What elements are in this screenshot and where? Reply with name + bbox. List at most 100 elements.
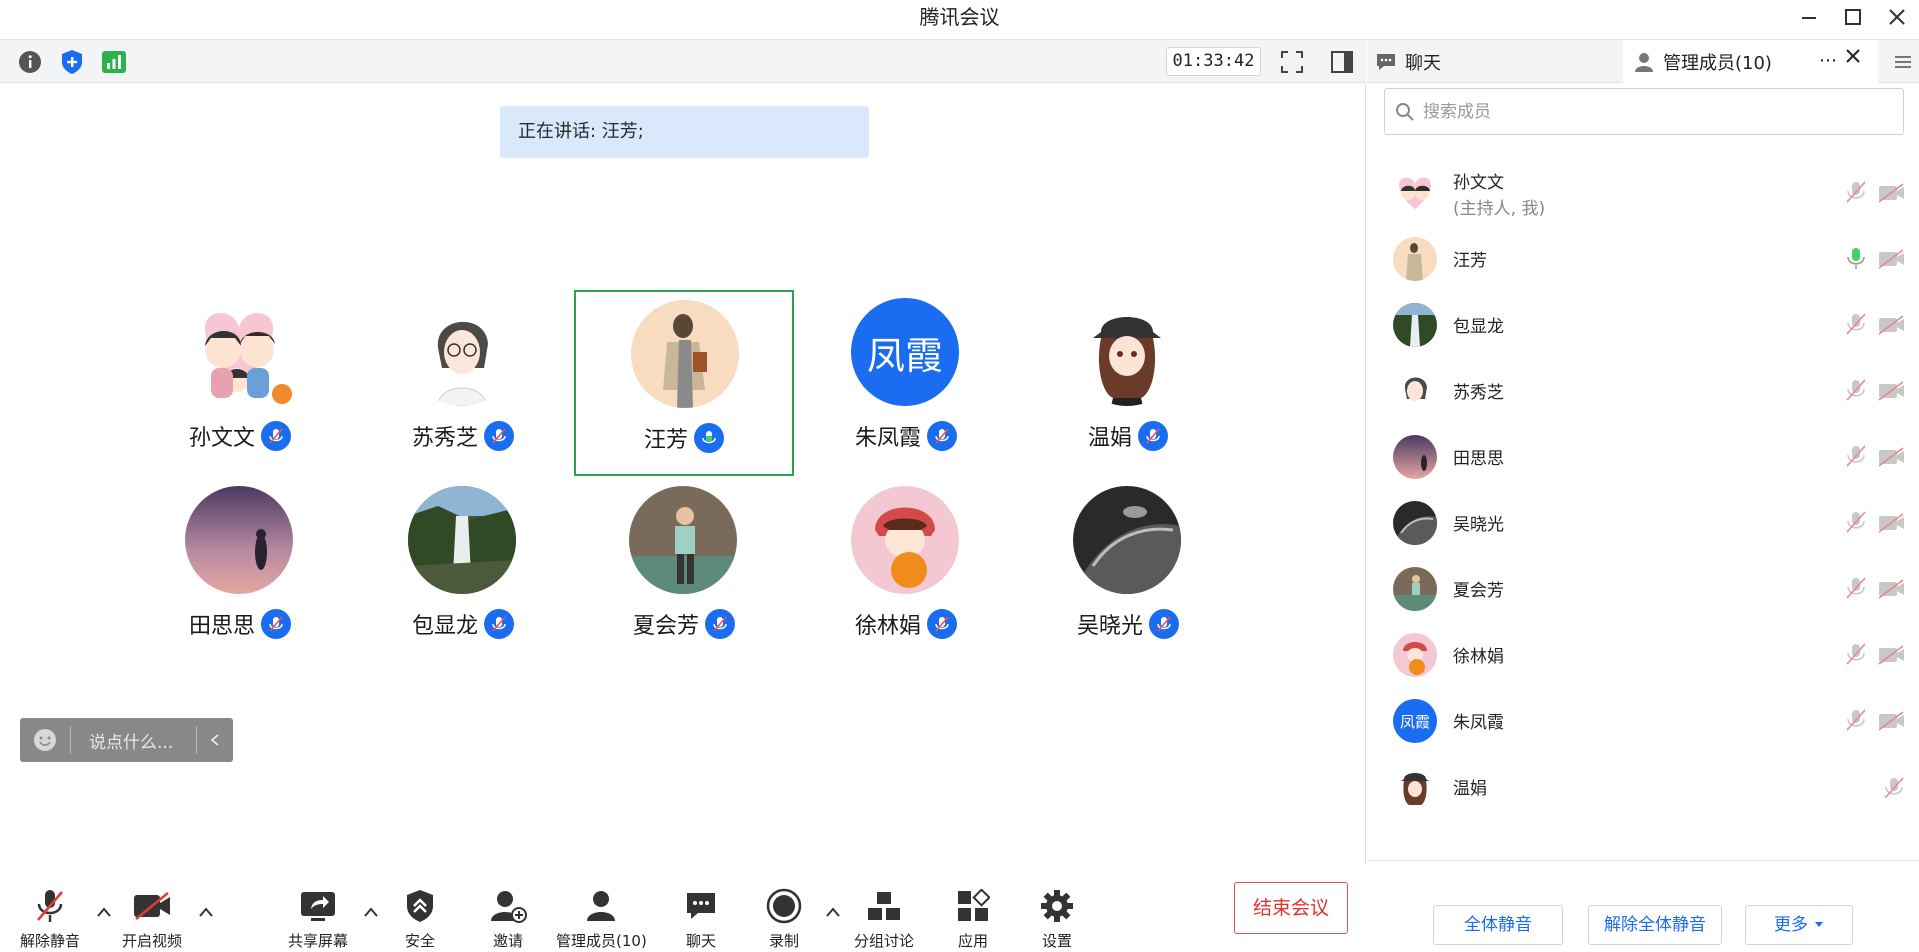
tab-chat[interactable]: 聊天 (1367, 40, 1622, 83)
security-status-button[interactable] (58, 48, 86, 76)
member-row[interactable]: 吴晓光 (1367, 490, 1919, 556)
member-row[interactable]: 温娟 (1367, 754, 1919, 820)
quick-chat-input[interactable]: 说点什么... (71, 728, 196, 753)
mic-off-icon[interactable] (1845, 576, 1867, 600)
avatar: 凤霞 (1393, 699, 1437, 743)
mute-all-button[interactable]: 全体静音 (1433, 905, 1563, 945)
mic-off-icon[interactable] (1883, 776, 1911, 798)
participant-tile[interactable]: 孙文文 (130, 290, 350, 476)
mic-off-icon[interactable] (1845, 444, 1867, 468)
member-row[interactable]: 徐林娟 (1367, 622, 1919, 688)
breakout-rooms-button[interactable]: 分组讨论 (854, 886, 914, 952)
camera-off-icon[interactable] (1877, 578, 1905, 600)
member-row[interactable]: 孙文文 (主持人, 我) (1367, 160, 1919, 226)
security-button[interactable]: 安全 (405, 886, 435, 952)
participant-name: 孙文文 (188, 426, 255, 451)
record-options-chevron-icon[interactable] (824, 904, 842, 918)
settings-button[interactable]: 设置 (1039, 886, 1075, 952)
share-screen-button[interactable]: 共享屏幕 (288, 886, 348, 952)
camera-off-icon[interactable] (1877, 380, 1905, 402)
member-search-input[interactable] (1423, 101, 1883, 122)
mic-muted-icon (484, 609, 514, 639)
mic-off-icon[interactable] (1845, 312, 1867, 336)
maximize-button[interactable] (1831, 2, 1875, 32)
camera-off-icon[interactable] (1877, 182, 1905, 204)
participant-tile[interactable]: 凤霞 朱凤霞 (796, 290, 1016, 476)
member-row[interactable]: 苏秀芝 (1367, 358, 1919, 424)
participant-tile[interactable]: 温娟 (1018, 290, 1238, 476)
video-options-chevron-icon[interactable] (197, 904, 215, 918)
camera-off-icon[interactable] (1877, 644, 1905, 666)
minimize-button[interactable] (1787, 2, 1831, 32)
fullscreen-button[interactable] (1278, 48, 1306, 76)
quick-chat-bar[interactable]: 说点什么... (20, 718, 233, 762)
start-video-button[interactable]: 开启视频 (122, 886, 182, 952)
participant-tile-active-speaker[interactable]: 汪芳 (574, 290, 794, 476)
manage-members-button[interactable]: 管理成员(10) (556, 886, 647, 952)
member-row[interactable]: 夏会芳 (1367, 556, 1919, 622)
participant-name: 夏会芳 (632, 614, 699, 639)
speaking-indicator: 正在讲话: 汪芳; (500, 106, 869, 158)
tab-manage-members[interactable]: 管理成员(10) ⋯ (1623, 40, 1878, 83)
info-icon (19, 51, 41, 73)
unmute-all-button[interactable]: 解除全体静音 (1588, 905, 1722, 945)
participant-tile[interactable]: 田思思 (130, 478, 350, 664)
hamburger-icon (1895, 55, 1911, 68)
chat-button[interactable]: 聊天 (684, 886, 718, 952)
more-button[interactable]: 更多 (1745, 905, 1853, 945)
participant-tile[interactable]: 包显龙 (353, 478, 573, 664)
camera-off-icon[interactable] (1877, 446, 1905, 468)
toggle-sidebar-button[interactable] (1328, 48, 1356, 76)
more-options-icon[interactable]: ⋯ (1819, 50, 1837, 71)
panel-tabs: 聊天 管理成员(10) ⋯ (1367, 40, 1919, 83)
member-row[interactable]: 汪芳 (1367, 226, 1919, 292)
member-name: 孙文文 (1453, 173, 1504, 193)
record-button[interactable]: 录制 (766, 886, 802, 952)
close-window-button[interactable] (1875, 2, 1919, 32)
close-panel-icon[interactable] (1845, 48, 1861, 69)
member-row[interactable]: 包显龙 (1367, 292, 1919, 358)
mic-muted-icon (927, 609, 957, 639)
mic-off-icon[interactable] (1845, 642, 1867, 666)
gear-icon (1039, 886, 1075, 926)
collapse-chevron-icon[interactable] (197, 733, 233, 747)
panel-footer: 全体静音 解除全体静音 更多 (1367, 860, 1919, 952)
panel-menu-button[interactable] (1887, 40, 1919, 83)
camera-off-icon[interactable] (1877, 512, 1905, 534)
avatar (1073, 486, 1181, 594)
mic-muted-icon (261, 609, 291, 639)
invite-button[interactable]: 邀请 (489, 886, 527, 952)
member-search-box[interactable] (1384, 88, 1904, 135)
member-row[interactable]: 凤霞 朱凤霞 (1367, 688, 1919, 754)
mic-off-icon[interactable] (1845, 510, 1867, 534)
member-name: 夏会芳 (1453, 581, 1504, 601)
participant-tile[interactable]: 苏秀芝 (353, 290, 573, 476)
end-meeting-button[interactable]: 结束会议 (1234, 882, 1348, 934)
mic-on-icon[interactable] (1845, 246, 1867, 270)
avatar (1393, 765, 1437, 809)
mic-off-icon[interactable] (1845, 708, 1867, 732)
sidebar-layout-icon (1331, 51, 1353, 73)
window-title: 腾讯会议 (919, 5, 1000, 29)
unmute-button[interactable]: 解除静音 (20, 886, 80, 952)
mic-off-icon[interactable] (1845, 180, 1867, 204)
participant-tile[interactable]: 徐林娟 (796, 478, 1016, 664)
camera-off-icon[interactable] (1877, 248, 1905, 270)
network-status-button[interactable] (100, 48, 128, 76)
members-icon (584, 886, 618, 926)
member-name: 苏秀芝 (1453, 383, 1504, 403)
meeting-info-button[interactable] (16, 48, 44, 76)
mic-off-icon[interactable] (1845, 378, 1867, 402)
mic-speaking-icon (694, 423, 724, 453)
participant-tile[interactable]: 吴晓光 (1018, 478, 1238, 664)
camera-off-icon[interactable] (1877, 710, 1905, 732)
avatar (629, 486, 737, 594)
emoji-icon[interactable] (20, 728, 70, 752)
member-row[interactable]: 田思思 (1367, 424, 1919, 490)
share-options-chevron-icon[interactable] (362, 904, 380, 918)
chat-bubble-icon (684, 886, 718, 926)
apps-button[interactable]: 应用 (956, 886, 990, 952)
participant-tile[interactable]: 夏会芳 (574, 478, 794, 664)
audio-options-chevron-icon[interactable] (95, 904, 113, 918)
camera-off-icon[interactable] (1877, 314, 1905, 336)
